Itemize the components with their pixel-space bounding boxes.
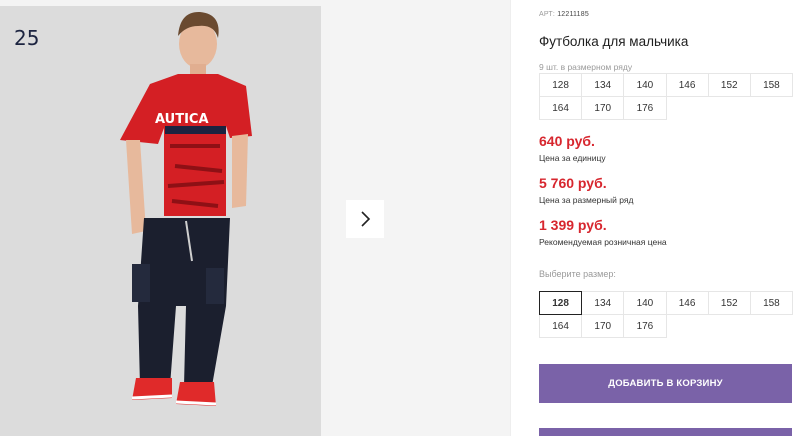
size-option[interactable]: 176 — [623, 314, 667, 338]
article-value: 12211185 — [557, 11, 589, 18]
size-option[interactable]: 170 — [581, 314, 625, 338]
choose-size-label: Выберите размер: — [539, 269, 616, 279]
chevron-right-icon — [361, 211, 371, 227]
pack-size-cell: 128 — [539, 73, 583, 97]
product-gallery: AUTICA 25 — [0, 0, 510, 436]
size-option[interactable]: 146 — [665, 291, 709, 315]
secondary-action-button[interactable] — [539, 428, 792, 436]
pack-size-cell: 152 — [707, 73, 751, 97]
article-label: АРТ: — [539, 11, 556, 18]
gallery-counter: 25 — [14, 26, 40, 50]
product-title: Футболка для мальчика — [539, 34, 689, 49]
pack-size-note: 9 шт. в размерном ряду — [539, 62, 633, 72]
pack-size-cell: 164 — [539, 96, 583, 120]
article-number: АРТ: 12211185 — [539, 11, 589, 18]
unit-price: 640 руб. — [539, 133, 595, 149]
size-option[interactable]: 134 — [581, 291, 625, 315]
unit-price-label: Цена за единицу — [539, 153, 606, 163]
panel-divider — [510, 0, 511, 436]
pack-size-grid: 128 134 140 146 152 158 164 170 176 — [539, 73, 793, 120]
retail-price: 1 399 руб. — [539, 217, 607, 233]
product-photo[interactable]: AUTICA — [0, 6, 321, 436]
size-selector: 128 134 140 146 152 158 164 170 176 — [539, 291, 793, 338]
pack-size-cell: 170 — [581, 96, 625, 120]
pack-size-cell: 146 — [665, 73, 709, 97]
pack-size-cell: 134 — [581, 73, 625, 97]
pack-price: 5 760 руб. — [539, 175, 607, 191]
boy-in-tshirt-image: AUTICA — [0, 6, 321, 436]
retail-price-label: Рекомендуемая розничная цена — [539, 237, 667, 247]
pack-size-cell: 140 — [623, 73, 667, 97]
pack-price-label: Цена за размерный ряд — [539, 195, 634, 205]
size-option-selected[interactable]: 128 — [539, 291, 583, 315]
shirt-print-text: AUTICA — [155, 112, 209, 127]
size-option[interactable]: 152 — [707, 291, 751, 315]
size-option[interactable]: 158 — [749, 291, 793, 315]
size-option[interactable]: 164 — [539, 314, 583, 338]
size-option[interactable]: 140 — [623, 291, 667, 315]
pack-size-cell: 158 — [749, 73, 793, 97]
pack-size-cell: 176 — [623, 96, 667, 120]
next-image-button[interactable] — [346, 200, 384, 238]
add-to-cart-button[interactable]: ДОБАВИТЬ В КОРЗИНУ — [539, 364, 792, 403]
